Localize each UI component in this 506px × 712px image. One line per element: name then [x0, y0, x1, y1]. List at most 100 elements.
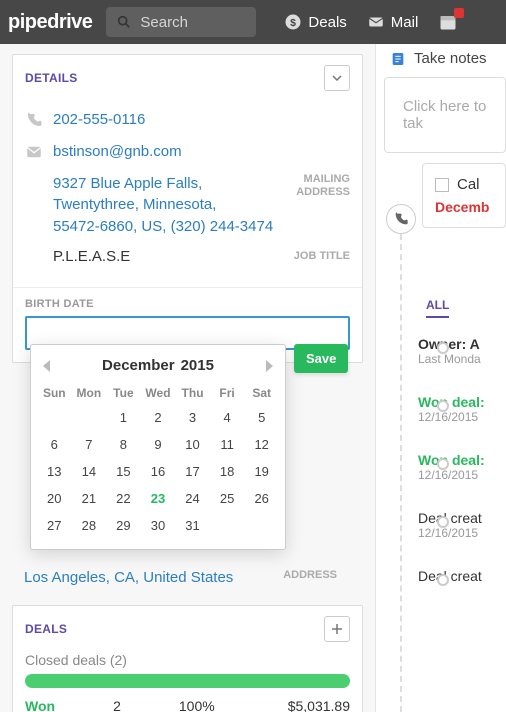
phone-icon: [393, 211, 409, 227]
calendar-day[interactable]: 22: [106, 485, 141, 512]
deals-title: DEALS: [25, 622, 67, 636]
phone-icon: [25, 111, 43, 129]
calendar-day[interactable]: 18: [210, 458, 245, 485]
svg-text:$: $: [291, 17, 297, 29]
note-input-area[interactable]: Click here to tak: [384, 77, 506, 153]
calendar-day[interactable]: 7: [72, 431, 107, 458]
calendar-day[interactable]: 14: [72, 458, 107, 485]
calendar-dow: Wed: [141, 382, 176, 404]
calendar-dow: Tue: [106, 382, 141, 404]
calendar-day[interactable]: 23: [141, 485, 176, 512]
calendar-day[interactable]: 21: [72, 485, 107, 512]
calendar-day[interactable]: 6: [37, 431, 72, 458]
calendar-next-button[interactable]: [266, 360, 273, 372]
calendar-day[interactable]: 27: [37, 512, 72, 539]
job-title-value: P.L.E.A.S.E: [53, 248, 130, 265]
activity-checkbox[interactable]: [435, 178, 449, 192]
calendar-day[interactable]: 29: [106, 512, 141, 539]
calendar-day: .: [210, 512, 245, 539]
calendar-day[interactable]: 8: [106, 431, 141, 458]
won-count: 2: [113, 698, 121, 712]
deals-progress: [25, 674, 350, 688]
add-deal-button[interactable]: [324, 616, 350, 642]
calendar-day[interactable]: 16: [141, 458, 176, 485]
calendar-day[interactable]: 2: [141, 404, 176, 431]
mailing-address-label: MAILINGADDRESS: [296, 173, 350, 199]
logo: pipedrive: [8, 11, 96, 34]
job-title-label: JOB TITLE: [294, 250, 350, 263]
calendar-day[interactable]: 5: [244, 404, 279, 431]
calendar-day[interactable]: 13: [37, 458, 72, 485]
calendar: December2015 SunMonTueWedThuFriSat ..123…: [30, 344, 286, 550]
calendar-day[interactable]: 28: [72, 512, 107, 539]
details-collapse-button[interactable]: [324, 65, 350, 91]
calendar-dow: Fri: [210, 382, 245, 404]
calendar-day[interactable]: 10: [175, 431, 210, 458]
nav-mail[interactable]: Mail: [367, 13, 419, 31]
email-value[interactable]: bstinson@gnb.com: [53, 141, 182, 163]
calendar-day[interactable]: 31: [175, 512, 210, 539]
nav-calendar[interactable]: [438, 12, 458, 32]
nav-deals[interactable]: $ Deals: [284, 13, 346, 31]
tab-all[interactable]: ALL: [426, 298, 449, 318]
birth-date-label: BIRTH DATE: [13, 287, 362, 316]
details-title: DETAILS: [25, 71, 78, 85]
chevron-down-icon: [332, 75, 342, 81]
calendar-day[interactable]: 25: [210, 485, 245, 512]
search-placeholder: Search: [140, 14, 188, 31]
calendar-day[interactable]: 4: [210, 404, 245, 431]
calendar-dow: Sun: [37, 382, 72, 404]
timeline-line: [400, 204, 402, 712]
timeline-entry-owner[interactable]: Owner: A Last Monda: [418, 330, 506, 370]
calendar-day[interactable]: 24: [175, 485, 210, 512]
timeline-entry-won-2[interactable]: Won deal: 12/16/2015: [418, 446, 506, 486]
address-label: ADDRESS: [283, 569, 337, 581]
calendar-dow: Thu: [175, 382, 210, 404]
calendar-day: .: [72, 404, 107, 431]
timeline-entry-won[interactable]: Won deal: 12/16/2015: [418, 388, 506, 428]
email-icon: [25, 143, 43, 161]
save-button[interactable]: Save: [294, 344, 348, 373]
details-panel: DETAILS 202-555-0116 bstinson@gnb.com: [12, 54, 363, 363]
timeline-entry-created[interactable]: Deal creat 12/16/2015: [418, 504, 506, 544]
mailing-address[interactable]: 9327 Blue Apple Falls, Twentythree, Minn…: [53, 173, 273, 238]
won-pct: 100%: [179, 698, 215, 712]
calendar-day[interactable]: 9: [141, 431, 176, 458]
calendar-day[interactable]: 19: [244, 458, 279, 485]
dollar-icon: $: [284, 13, 302, 31]
calendar-prev-button[interactable]: [43, 360, 50, 372]
closed-deals-label: Closed deals (2): [13, 652, 362, 674]
calendar-day[interactable]: 17: [175, 458, 210, 485]
calendar-dow: Mon: [72, 382, 107, 404]
calendar-day: .: [244, 512, 279, 539]
activity-call-icon-circle: [386, 204, 416, 234]
calendar-dow: Sat: [244, 382, 279, 404]
plus-icon: [332, 624, 342, 634]
activity-card[interactable]: Cal Decemb: [422, 163, 506, 228]
calendar-day[interactable]: 30: [141, 512, 176, 539]
search-box[interactable]: Search: [106, 7, 256, 37]
calendar-day: .: [37, 404, 72, 431]
calendar-badge: [454, 8, 464, 18]
timeline-tabs: ALL: [426, 298, 506, 318]
take-notes-tab[interactable]: Take notes: [376, 50, 506, 77]
calendar-day[interactable]: 11: [210, 431, 245, 458]
calendar-day[interactable]: 26: [244, 485, 279, 512]
calendar-title[interactable]: December2015: [102, 357, 214, 374]
timeline-entry-created-2[interactable]: Deal creat: [418, 562, 506, 588]
calendar-day[interactable]: 1: [106, 404, 141, 431]
phone-value[interactable]: 202-555-0116: [53, 109, 145, 131]
search-icon: [116, 14, 132, 30]
calendar-day[interactable]: 12: [244, 431, 279, 458]
datepicker-popup: December2015 SunMonTueWedThuFriSat ..123…: [30, 344, 348, 550]
won-amount: $5,031.89: [288, 698, 350, 712]
calendar-day[interactable]: 3: [175, 404, 210, 431]
calendar-day[interactable]: 20: [37, 485, 72, 512]
activity-due: Decemb: [435, 199, 493, 215]
left-column: DETAILS 202-555-0116 bstinson@gnb.com: [0, 44, 375, 712]
activity-title: Cal: [457, 176, 480, 193]
calendar-grid: SunMonTueWedThuFriSat ..1234567891011121…: [37, 382, 279, 539]
calendar-day[interactable]: 15: [106, 458, 141, 485]
deal-stats: Won 2 100% $5,031.89: [13, 698, 362, 712]
top-nav: $ Deals Mail: [284, 12, 458, 32]
